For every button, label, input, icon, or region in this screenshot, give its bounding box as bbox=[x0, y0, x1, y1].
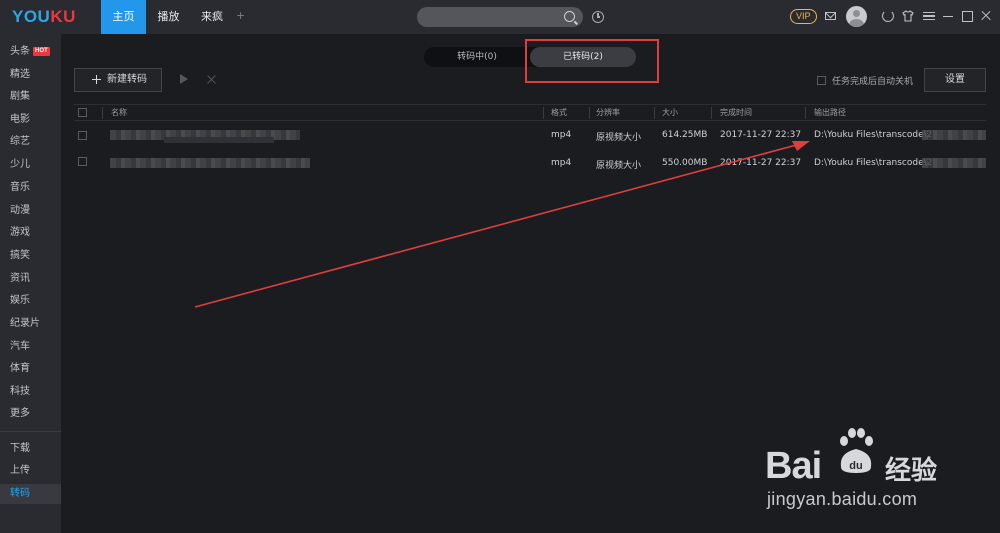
logo-ku: KU bbox=[50, 7, 76, 26]
settings-button[interactable]: 设置 bbox=[924, 68, 986, 92]
sidebar-item-movies[interactable]: 电影 bbox=[10, 113, 30, 127]
sidebar-item-anime[interactable]: 动漫 bbox=[10, 204, 30, 218]
sidebar-item-sports[interactable]: 体育 bbox=[10, 362, 30, 376]
avatar[interactable] bbox=[846, 6, 867, 27]
close-icon[interactable] bbox=[980, 10, 992, 22]
start-play-icon[interactable] bbox=[180, 74, 188, 84]
table-header: 名称 格式 分辨率 大小 完成时间 输出路径 bbox=[74, 104, 986, 121]
title-bar: YOUKU 主页 播放 来疯 + VIP bbox=[0, 0, 1000, 34]
row-resolution: 原视频大小 bbox=[596, 133, 642, 143]
row-size: 550.00MB bbox=[662, 158, 708, 168]
select-all-checkbox[interactable] bbox=[78, 108, 87, 117]
sidebar-item-transcode[interactable]: 转码 bbox=[10, 487, 30, 501]
sidebar-item-games[interactable]: 游戏 bbox=[10, 226, 30, 240]
sidebar-item-featured[interactable]: 精选 bbox=[10, 68, 30, 82]
sidebar-item-headline[interactable]: 头条 HOT bbox=[10, 45, 50, 59]
vip-badge[interactable]: VIP bbox=[790, 9, 817, 24]
header-name[interactable]: 名称 bbox=[111, 107, 127, 118]
sidebar-item-more[interactable]: 更多 bbox=[10, 407, 30, 421]
sidebar-divider bbox=[0, 431, 61, 432]
row-format: mp4 bbox=[551, 158, 572, 168]
annotation-highlight-box bbox=[525, 39, 659, 83]
column-separator bbox=[543, 107, 544, 119]
search-input[interactable] bbox=[417, 7, 583, 27]
table-row[interactable]: mp4 原视频大小 550.00MB 2017-11-27 22:37 D:\Y… bbox=[74, 151, 986, 176]
plus-icon bbox=[92, 75, 101, 84]
blurred-filename-shadow bbox=[164, 137, 274, 143]
history-clock-icon[interactable] bbox=[592, 11, 604, 23]
row-output-path[interactable]: D:\Youku Files\transcode\2 bbox=[814, 158, 932, 168]
tab-play[interactable]: 播放 bbox=[146, 0, 191, 34]
sidebar-item-download[interactable]: 下载 bbox=[10, 442, 30, 456]
row-resolution: 原视频大小 bbox=[596, 161, 642, 171]
add-tab-button[interactable]: + bbox=[236, 9, 245, 22]
blurred-filename bbox=[110, 158, 310, 168]
blurred-path bbox=[922, 158, 986, 168]
auto-shutdown-checkbox[interactable] bbox=[817, 76, 826, 85]
auto-shutdown-label: 任务完成后自动关机 bbox=[832, 77, 914, 87]
logo-you: YOU bbox=[12, 7, 51, 26]
tab-home[interactable]: 主页 bbox=[101, 0, 146, 34]
sidebar-item-music[interactable]: 音乐 bbox=[10, 181, 30, 195]
mail-icon[interactable] bbox=[825, 12, 836, 20]
sidebar-item-kids[interactable]: 少儿 bbox=[10, 158, 30, 172]
sidebar: 头条 HOT 精选 剧集 电影 综艺 少儿 音乐 动漫 游戏 搞笑 资讯 娱乐 纪… bbox=[0, 34, 61, 533]
hot-badge: HOT bbox=[33, 47, 50, 56]
watermark-bai: Bai bbox=[765, 445, 822, 487]
tab-laifeng[interactable]: 来疯 bbox=[191, 0, 233, 34]
sidebar-item-funny[interactable]: 搞笑 bbox=[10, 249, 30, 263]
table-row[interactable]: mp4 原视频大小 614.25MB 2017-11-27 22:37 D:\Y… bbox=[74, 123, 986, 148]
row-output-path[interactable]: D:\Youku Files\transcode\2 bbox=[814, 130, 932, 140]
tab-converting[interactable]: 转码中(0) bbox=[424, 47, 530, 67]
skin-shirt-icon[interactable] bbox=[902, 10, 914, 22]
sidebar-item-tech[interactable]: 科技 bbox=[10, 385, 30, 399]
row-finish-time: 2017-11-27 22:37 bbox=[720, 158, 802, 168]
watermark-du: du bbox=[849, 460, 862, 472]
sidebar-item-upload[interactable]: 上传 bbox=[10, 464, 30, 478]
auto-shutdown-option[interactable]: 任务完成后自动关机 bbox=[817, 74, 913, 87]
maximize-icon[interactable] bbox=[961, 10, 973, 22]
row-format: mp4 bbox=[551, 130, 572, 140]
baidu-jingyan-watermark: Bai du 经验 jingyan.baidu.com bbox=[765, 425, 965, 515]
header-finish-time[interactable]: 完成时间 bbox=[720, 107, 752, 118]
sidebar-item-news[interactable]: 资讯 bbox=[10, 272, 30, 286]
column-separator bbox=[805, 107, 806, 119]
row-size: 614.25MB bbox=[662, 130, 708, 140]
column-separator bbox=[654, 107, 655, 119]
sidebar-item-label: 头条 bbox=[10, 46, 30, 57]
delete-x-icon[interactable] bbox=[206, 74, 216, 84]
blurred-path bbox=[922, 130, 986, 140]
sidebar-item-series[interactable]: 剧集 bbox=[10, 90, 30, 104]
watermark-url: jingyan.baidu.com bbox=[767, 489, 918, 509]
header-output-path[interactable]: 输出路径 bbox=[814, 107, 846, 118]
header-format[interactable]: 格式 bbox=[551, 107, 567, 118]
row-checkbox[interactable] bbox=[78, 157, 87, 166]
header-size[interactable]: 大小 bbox=[662, 107, 678, 118]
sidebar-item-variety[interactable]: 综艺 bbox=[10, 135, 30, 149]
header-resolution[interactable]: 分辨率 bbox=[596, 107, 620, 118]
row-checkbox[interactable] bbox=[78, 131, 87, 140]
baidu-paw-icon: du bbox=[840, 428, 873, 473]
search-icon[interactable] bbox=[564, 11, 575, 22]
youku-logo[interactable]: YOUKU bbox=[12, 7, 76, 27]
row-finish-time: 2017-11-27 22:37 bbox=[720, 130, 802, 140]
new-transcode-button[interactable]: 新建转码 bbox=[74, 68, 162, 92]
sidebar-item-entertainment[interactable]: 娱乐 bbox=[10, 294, 30, 308]
new-transcode-label: 新建转码 bbox=[107, 74, 147, 85]
menu-icon[interactable] bbox=[923, 10, 935, 22]
sidebar-item-documentary[interactable]: 纪录片 bbox=[10, 317, 40, 331]
refresh-icon[interactable] bbox=[882, 10, 894, 22]
column-separator bbox=[711, 107, 712, 119]
column-separator bbox=[589, 107, 590, 119]
column-separator bbox=[102, 107, 103, 119]
minimize-icon[interactable] bbox=[942, 10, 954, 22]
sidebar-item-cars[interactable]: 汽车 bbox=[10, 340, 30, 354]
watermark-jingyan: 经验 bbox=[885, 456, 938, 486]
